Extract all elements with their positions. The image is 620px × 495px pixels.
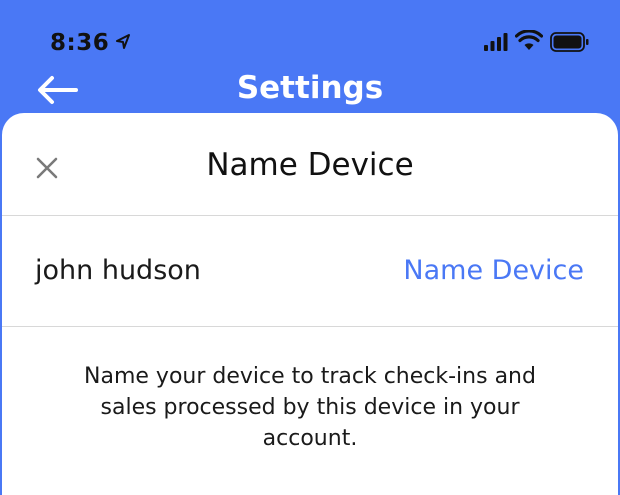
description-text: Name your device to track check-ins and …: [84, 364, 536, 451]
device-name-value: john hudson: [35, 255, 201, 286]
battery-icon: [550, 32, 589, 52]
location-arrow-icon: [116, 34, 130, 49]
cellular-signal-icon: [484, 33, 508, 51]
device-name-row: john hudson Name Device: [2, 217, 618, 327]
sheet-header: Name Device: [2, 113, 618, 216]
app-screen: 8:36 Settings Name Device john hudson Na…: [0, 0, 620, 495]
status-bar: 8:36: [0, 0, 620, 64]
wifi-icon: [515, 30, 543, 50]
name-device-sheet: Name Device john hudson Name Device Name…: [2, 113, 618, 495]
status-time: 8:36: [50, 30, 110, 56]
sheet-title: Name Device: [206, 147, 414, 183]
page-title: Settings: [236, 70, 384, 106]
name-device-button[interactable]: Name Device: [403, 255, 584, 286]
